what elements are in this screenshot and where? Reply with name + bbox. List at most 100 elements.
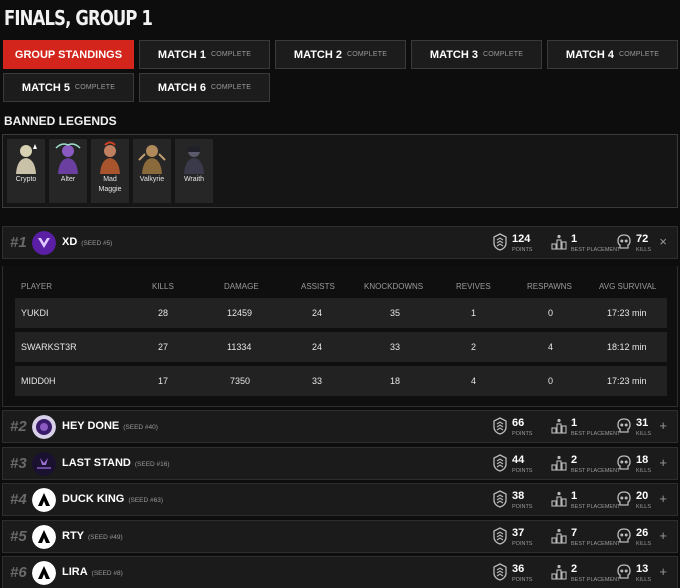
best-placement-label: BEST PLACEMENT: [571, 468, 621, 474]
points-icon: [492, 233, 508, 251]
points-value: 37: [512, 527, 525, 539]
legend-name: Mad Maggie: [98, 176, 122, 193]
tab-match-4[interactable]: MATCH 4 COMPLETE: [547, 40, 678, 69]
team-row[interactable]: #1 XD (SEED #5) 124 POINTS 1 BEST PLACEMENT 72 K…: [2, 226, 678, 259]
team-name: LAST STAND (SEED #16): [62, 457, 170, 469]
player-revives: 2: [471, 342, 477, 352]
legend-card: Mad Maggie: [91, 139, 129, 203]
player-knockdowns: 18: [390, 376, 401, 386]
team-logo-icon: [32, 525, 56, 549]
team-rank: #5: [10, 528, 27, 545]
points-value: 36: [512, 563, 525, 575]
player-respawns: 0: [548, 308, 554, 318]
kills-value: 31: [636, 417, 649, 429]
tab-status: COMPLETE: [74, 84, 116, 91]
skull-icon: [616, 233, 632, 251]
best-placement-value: 2: [571, 454, 578, 466]
team-row[interactable]: #4 DUCK KING (SEED #63) 38 POINTS 1 BEST PLACE…: [2, 483, 678, 516]
points-value: 44: [512, 454, 525, 466]
team-row[interactable]: #5 RTY (SEED #49) 37 POINTS 7 BEST PLACEMENT 26…: [2, 520, 678, 553]
legend-name: Valkyrie: [139, 176, 165, 183]
team-seed: (SEED #16): [134, 461, 170, 468]
expand-icon[interactable]: +: [659, 455, 667, 470]
player-avg-survival: 18:12 min: [607, 342, 647, 352]
best-placement-value: 2: [571, 563, 578, 575]
team-rank: #4: [10, 491, 27, 508]
tab-match-5[interactable]: MATCH 5 COMPLETE: [3, 73, 134, 102]
podium-icon: [551, 454, 567, 472]
legend-name: Alter: [60, 176, 76, 183]
best-placement-label: BEST PLACEMENT: [571, 431, 621, 437]
player-damage: 11334: [227, 342, 252, 352]
tab-label: MATCH 2: [293, 48, 342, 61]
player-avg-survival: 17:23 min: [607, 308, 647, 318]
points-value: 66: [512, 417, 525, 429]
team-seed: (SEED #49): [88, 534, 123, 541]
tab-match-3[interactable]: MATCH 3 COMPLETE: [411, 40, 542, 69]
banned-legends-panel: Crypto Alter Mad Maggie Valkyrie Wraith: [2, 134, 678, 208]
podium-icon: [551, 233, 567, 251]
team-row[interactable]: #2 HEY DONE (SEED #40) 66 POINTS 1 BEST PLACEM…: [2, 410, 678, 443]
tab-label: MATCH 3: [429, 48, 478, 61]
team-seed: (SEED #63): [128, 497, 164, 504]
kills-label: KILLS: [636, 247, 651, 253]
player-revives: 1: [471, 308, 477, 318]
expand-icon[interactable]: +: [659, 491, 667, 506]
points-label: POINTS: [512, 541, 533, 547]
points-label: POINTS: [512, 247, 533, 253]
collapse-icon[interactable]: ×: [659, 234, 667, 249]
column-header: KILLS: [152, 282, 174, 291]
player-assists: 33: [312, 376, 323, 386]
tab-group-standings[interactable]: GROUP STANDINGS: [3, 40, 134, 69]
expand-icon[interactable]: +: [659, 528, 667, 543]
tab-status: COMPLETE: [210, 84, 252, 91]
team-detail-panel: PLAYER KILLS DAMAGE ASSISTS KNOCKDOWNS R…: [2, 266, 678, 407]
kills-value: 20: [636, 490, 649, 502]
player-assists: 24: [312, 342, 323, 352]
banned-legends-heading: BANNED LEGENDS: [4, 114, 117, 128]
podium-icon: [551, 563, 567, 581]
podium-icon: [551, 490, 567, 508]
tab-match-2[interactable]: MATCH 2 COMPLETE: [275, 40, 406, 69]
player-damage: 12459: [227, 308, 253, 318]
column-header: DAMAGE: [224, 282, 259, 291]
team-rank: #3: [10, 455, 27, 472]
kills-label: KILLS: [636, 577, 651, 583]
team-row[interactable]: #3 LAST STAND (SEED #16) 44 POINTS 2 BEST PLAC…: [2, 447, 678, 480]
column-header: AVG SURVIVAL: [599, 282, 657, 291]
skull-icon: [616, 417, 632, 435]
points-label: POINTS: [512, 504, 533, 510]
best-placement-value: 1: [571, 233, 578, 245]
points-value: 124: [512, 233, 531, 245]
team-rank: #2: [10, 418, 27, 435]
table-row: YUKDI 28 12459 24 35 1 0 17:23 min: [15, 298, 667, 328]
team-seed: (SEED #40): [123, 424, 158, 431]
team-row[interactable]: #6 LIRA (SEED #8) 36 POINTS 2 BEST PLACEMENT 13…: [2, 556, 678, 588]
player-knockdowns: 35: [390, 308, 401, 318]
player-revives: 4: [471, 376, 477, 386]
team-seed: (SEED #8): [91, 570, 123, 577]
player-avg-survival: 17:23 min: [607, 376, 647, 386]
tab-label: MATCH 1: [157, 48, 206, 61]
tab-match-1[interactable]: MATCH 1 COMPLETE: [139, 40, 270, 69]
tab-label: MATCH 6: [157, 81, 206, 94]
expand-icon[interactable]: +: [659, 564, 667, 579]
player-kills: 28: [158, 308, 169, 318]
points-icon: [492, 454, 508, 472]
legend-card: Alter: [49, 139, 87, 203]
tab-status: COMPLETE: [482, 51, 524, 58]
points-icon: [492, 563, 508, 581]
best-placement-label: BEST PLACEMENT: [571, 247, 621, 253]
tab-match-6[interactable]: MATCH 6 COMPLETE: [139, 73, 270, 102]
tab-label: MATCH 5: [21, 81, 70, 94]
team-name: XD (SEED #5): [62, 236, 113, 248]
team-seed: (SEED #5): [81, 240, 113, 247]
player-assists: 24: [312, 308, 323, 318]
team-name: HEY DONE (SEED #40): [62, 420, 158, 432]
best-placement-value: 1: [571, 417, 578, 429]
expand-icon[interactable]: +: [659, 418, 667, 433]
skull-icon: [616, 527, 632, 545]
points-value: 38: [512, 490, 525, 502]
tab-label: MATCH 4: [565, 48, 614, 61]
tab-status: COMPLETE: [210, 51, 252, 58]
